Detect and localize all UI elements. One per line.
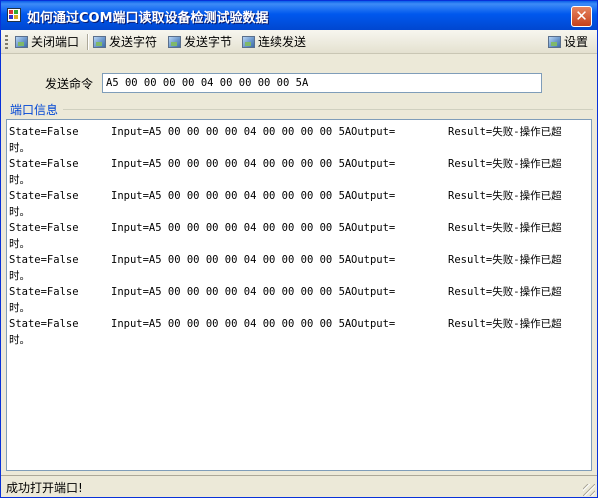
- main-window: 如何通过COM端口读取设备检测试验数据 ✕ 关闭端口 发送字符 发送字节 连续发…: [0, 0, 598, 498]
- log-state: State=False: [9, 254, 79, 266]
- log-result: Result=失败-操作已超: [448, 286, 562, 298]
- log-result: Result=失败-操作已超: [448, 158, 562, 170]
- toolbar: 关闭端口 发送字符 发送字节 连续发送 设置: [1, 30, 597, 54]
- resize-grip-icon[interactable]: [583, 484, 595, 496]
- log-state: State=False: [9, 158, 79, 170]
- picture-icon: [242, 36, 255, 48]
- log-result: Result=失败-操作已超: [448, 254, 562, 266]
- settings-button[interactable]: 设置: [548, 33, 588, 50]
- settings-label: 设置: [564, 35, 589, 49]
- log-output: Output=: [351, 318, 396, 330]
- title-bar[interactable]: 如何通过COM端口读取设备检测试验数据 ✕: [1, 1, 597, 30]
- log-result-cont: 时。: [9, 206, 30, 218]
- close-port-button[interactable]: 关闭端口: [15, 33, 79, 50]
- log-result-cont: 时。: [9, 174, 30, 186]
- log-input: Input=A5 00 00 00 00 04 00 00 00 00 5A: [111, 318, 352, 330]
- log-state: State=False: [9, 318, 79, 330]
- send-bytes-button[interactable]: 发送字节: [168, 33, 232, 50]
- toolbar-separator: [87, 34, 89, 50]
- log-input: Input=A5 00 00 00 00 04 00 00 00 00 5A: [111, 254, 352, 266]
- status-bar: 成功打开端口!: [1, 475, 597, 497]
- log-output: Output=: [351, 126, 396, 138]
- log-output: Output=: [351, 254, 396, 266]
- log-state: State=False: [9, 222, 79, 234]
- log-result-cont: 时。: [9, 142, 30, 154]
- log-result: Result=失败-操作已超: [448, 222, 562, 234]
- send-chars-button[interactable]: 发送字符: [93, 33, 157, 50]
- log-input: Input=A5 00 00 00 00 04 00 00 00 00 5A: [111, 190, 352, 202]
- log-input: Input=A5 00 00 00 00 04 00 00 00 00 5A: [111, 222, 352, 234]
- log-output: Output=: [351, 190, 396, 202]
- toolbar-grip[interactable]: [5, 35, 8, 49]
- log-result-cont: 时。: [9, 302, 30, 314]
- close-button[interactable]: ✕: [571, 6, 592, 27]
- port-info-log[interactable]: State=False Input=A5 00 00 00 00 04 00 00…: [6, 119, 592, 471]
- picture-icon: [548, 36, 561, 48]
- picture-icon: [15, 36, 28, 48]
- log-result: Result=失败-操作已超: [448, 126, 562, 138]
- picture-icon: [168, 36, 181, 48]
- log-output: Output=: [351, 222, 396, 234]
- log-state: State=False: [9, 126, 79, 138]
- command-input[interactable]: A5 00 00 00 00 04 00 00 00 00 5A: [102, 73, 542, 93]
- log-result: Result=失败-操作已超: [448, 318, 562, 330]
- picture-icon: [93, 36, 106, 48]
- command-label: 发送命令: [45, 77, 94, 91]
- log-result-cont: 时。: [9, 270, 30, 282]
- log-output: Output=: [351, 158, 396, 170]
- close-port-label: 关闭端口: [31, 35, 80, 49]
- log-state: State=False: [9, 190, 79, 202]
- log-result-cont: 时。: [9, 334, 30, 346]
- send-chars-label: 发送字符: [109, 35, 158, 49]
- send-bytes-label: 发送字节: [184, 35, 233, 49]
- group-divider: [63, 109, 593, 110]
- port-info-title: 端口信息: [10, 101, 61, 118]
- log-result-cont: 时。: [9, 238, 30, 250]
- log-state: State=False: [9, 286, 79, 298]
- log-input: Input=A5 00 00 00 00 04 00 00 00 00 5A: [111, 126, 352, 138]
- log-result: Result=失败-操作已超: [448, 190, 562, 202]
- log-input: Input=A5 00 00 00 00 04 00 00 00 00 5A: [111, 286, 352, 298]
- continuous-send-button[interactable]: 连续发送: [242, 33, 306, 50]
- app-icon: [7, 8, 21, 22]
- continuous-send-label: 连续发送: [258, 35, 307, 49]
- status-text: 成功打开端口!: [6, 481, 83, 495]
- log-output: Output=: [351, 286, 396, 298]
- log-input: Input=A5 00 00 00 00 04 00 00 00 00 5A: [111, 158, 352, 170]
- window-title: 如何通过COM端口读取设备检测试验数据: [27, 11, 269, 26]
